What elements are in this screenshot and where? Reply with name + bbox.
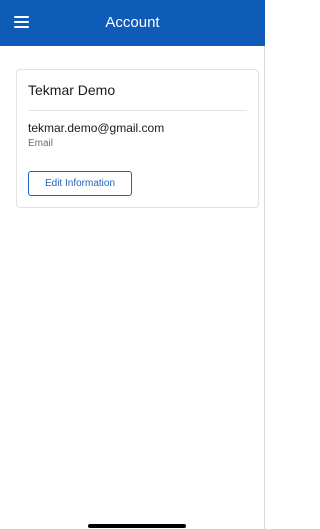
email-value: tekmar.demo@gmail.com [28,121,165,135]
page-title: Account [105,14,160,31]
hamburger-menu-icon[interactable] [14,16,29,29]
frame-edge [264,46,265,529]
account-name: Tekmar Demo [28,82,116,98]
home-indicator [88,524,186,528]
account-card: Tekmar Demo tekmar.demo@gmail.com Email … [16,69,259,208]
edit-information-button[interactable]: Edit Information [28,171,132,196]
menu-icon-line [14,21,29,23]
app-header: Account [0,0,265,46]
card-divider [28,110,247,111]
email-label: Email [28,138,54,149]
menu-icon-line [14,16,29,18]
menu-icon-line [14,26,29,28]
